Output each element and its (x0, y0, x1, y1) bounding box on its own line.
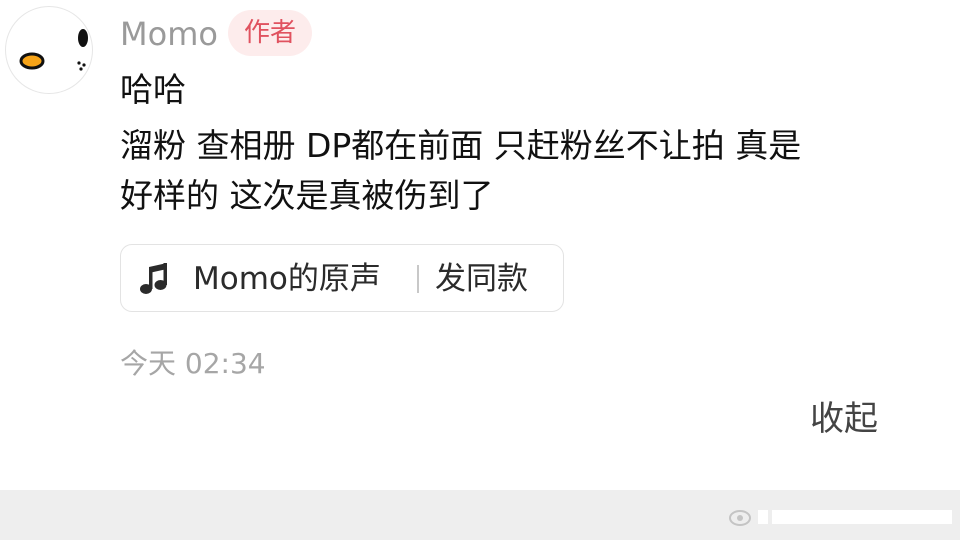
avatar-eye (78, 29, 88, 47)
sound-name[interactable]: Momo的原声 (193, 259, 381, 299)
comment-timestamp: 今天 02:34 (120, 347, 266, 380)
comment-text-line: 哈哈 (120, 70, 186, 109)
collapse-button[interactable]: 收起 (810, 398, 878, 440)
avatar-dot (82, 63, 86, 67)
sound-chip[interactable]: Momo的原声 发同款 (120, 244, 564, 312)
watermark-logo-icon (729, 510, 952, 526)
duck-avatar-icon (19, 29, 88, 71)
use-same-sound-button[interactable]: 发同款 (435, 259, 528, 299)
avatar-beak (19, 52, 45, 70)
author-badge: 作者 (228, 10, 312, 56)
chip-divider (417, 265, 419, 293)
comment-text-line: 溜粉 查相册 DP都在前面 只赶粉丝不让拍 真是 (120, 126, 802, 165)
avatar[interactable] (5, 6, 93, 94)
comment-text-line: 好样的 这次是真被伤到了 (120, 176, 494, 215)
music-note-icon (140, 263, 167, 294)
avatar-dot (79, 67, 83, 71)
avatar-dot (77, 61, 81, 65)
username[interactable]: Momo (120, 14, 218, 54)
